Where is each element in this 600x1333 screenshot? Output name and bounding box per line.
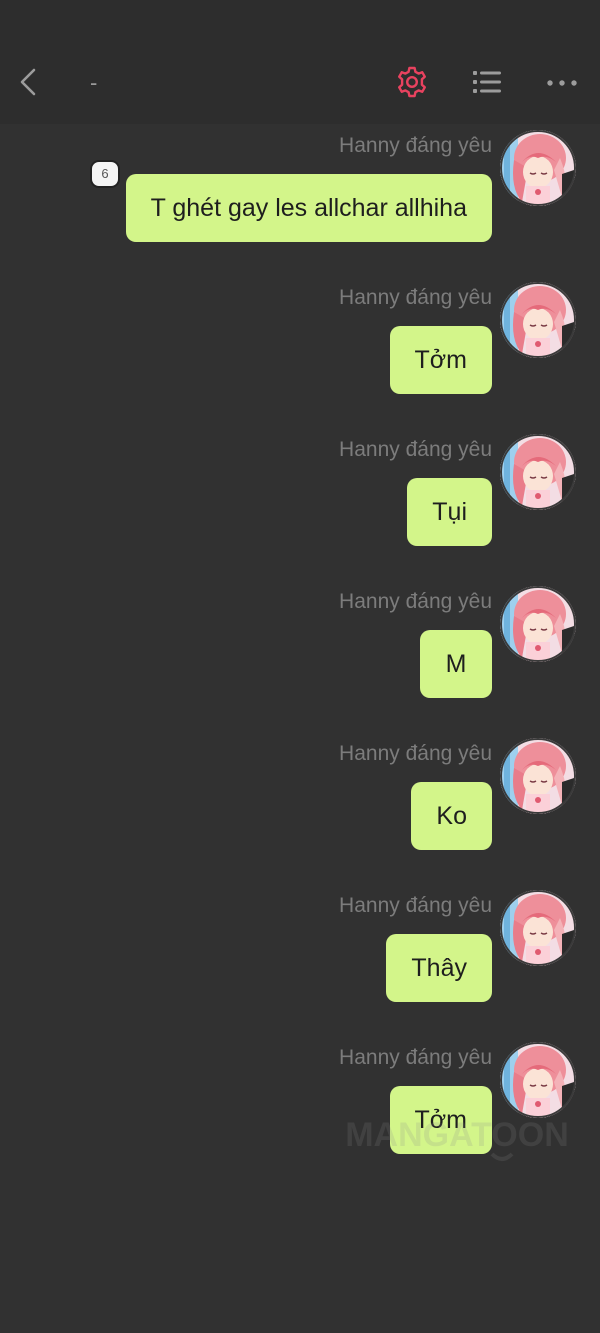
message-bubble[interactable]: M: [420, 630, 492, 698]
chevron-left-icon: [20, 68, 36, 96]
list-button[interactable]: [467, 62, 507, 102]
avatar-image: [500, 890, 576, 966]
avatar-image: [500, 586, 576, 662]
message-item: Hanny đáng yêu T ghét gay les allchar al…: [0, 124, 600, 276]
avatar[interactable]: [500, 1042, 576, 1118]
more-horizontal-icon: [547, 80, 577, 86]
avatar[interactable]: [500, 434, 576, 510]
avatar-image: [500, 434, 576, 510]
message-item: Hanny đáng yêu M: [0, 580, 600, 732]
avatar[interactable]: [500, 130, 576, 206]
message-item: Hanny đáng yêu Ko: [0, 732, 600, 884]
avatar-image: [500, 738, 576, 814]
avatar-image: [500, 282, 576, 358]
message-item: Hanny đáng yêu Tởm: [0, 276, 600, 428]
sender-name: Hanny đáng yêu: [339, 590, 492, 613]
message-item: Hanny đáng yêu Thây: [0, 884, 600, 1036]
watermark-logo: MANGATOON: [345, 1116, 569, 1161]
avatar[interactable]: [500, 738, 576, 814]
avatar[interactable]: [500, 282, 576, 358]
sender-name: Hanny đáng yêu: [339, 742, 492, 765]
sender-name: Hanny đáng yêu: [339, 438, 492, 461]
watermark-text: MANGATOON: [345, 1116, 569, 1154]
sender-name: Hanny đáng yêu: [339, 894, 492, 917]
gear-icon: [398, 66, 426, 98]
back-button[interactable]: [12, 64, 48, 100]
sender-name: Hanny đáng yêu: [339, 286, 492, 309]
reply-count-badge[interactable]: 6: [90, 160, 120, 188]
top-bar: -: [0, 0, 600, 124]
sender-name: Hanny đáng yêu: [339, 134, 492, 157]
message-item: Hanny đáng yêu Tụi: [0, 428, 600, 580]
message-bubble[interactable]: Ko: [411, 782, 492, 850]
avatar-image: [500, 1042, 576, 1118]
avatar-image: [500, 130, 576, 206]
page-title: -: [90, 70, 98, 95]
sender-name: Hanny đáng yêu: [339, 1046, 492, 1069]
message-bubble[interactable]: Tởm: [389, 326, 492, 394]
settings-button[interactable]: [392, 62, 432, 102]
avatar[interactable]: [500, 890, 576, 966]
avatar[interactable]: [500, 586, 576, 662]
more-button[interactable]: [542, 62, 582, 102]
message-bubble[interactable]: Thây: [386, 934, 492, 1002]
message-bubble[interactable]: Tụi: [407, 478, 492, 546]
message-bubble[interactable]: T ghét gay les allchar allhiha: [125, 174, 492, 242]
list-icon: [473, 71, 501, 93]
